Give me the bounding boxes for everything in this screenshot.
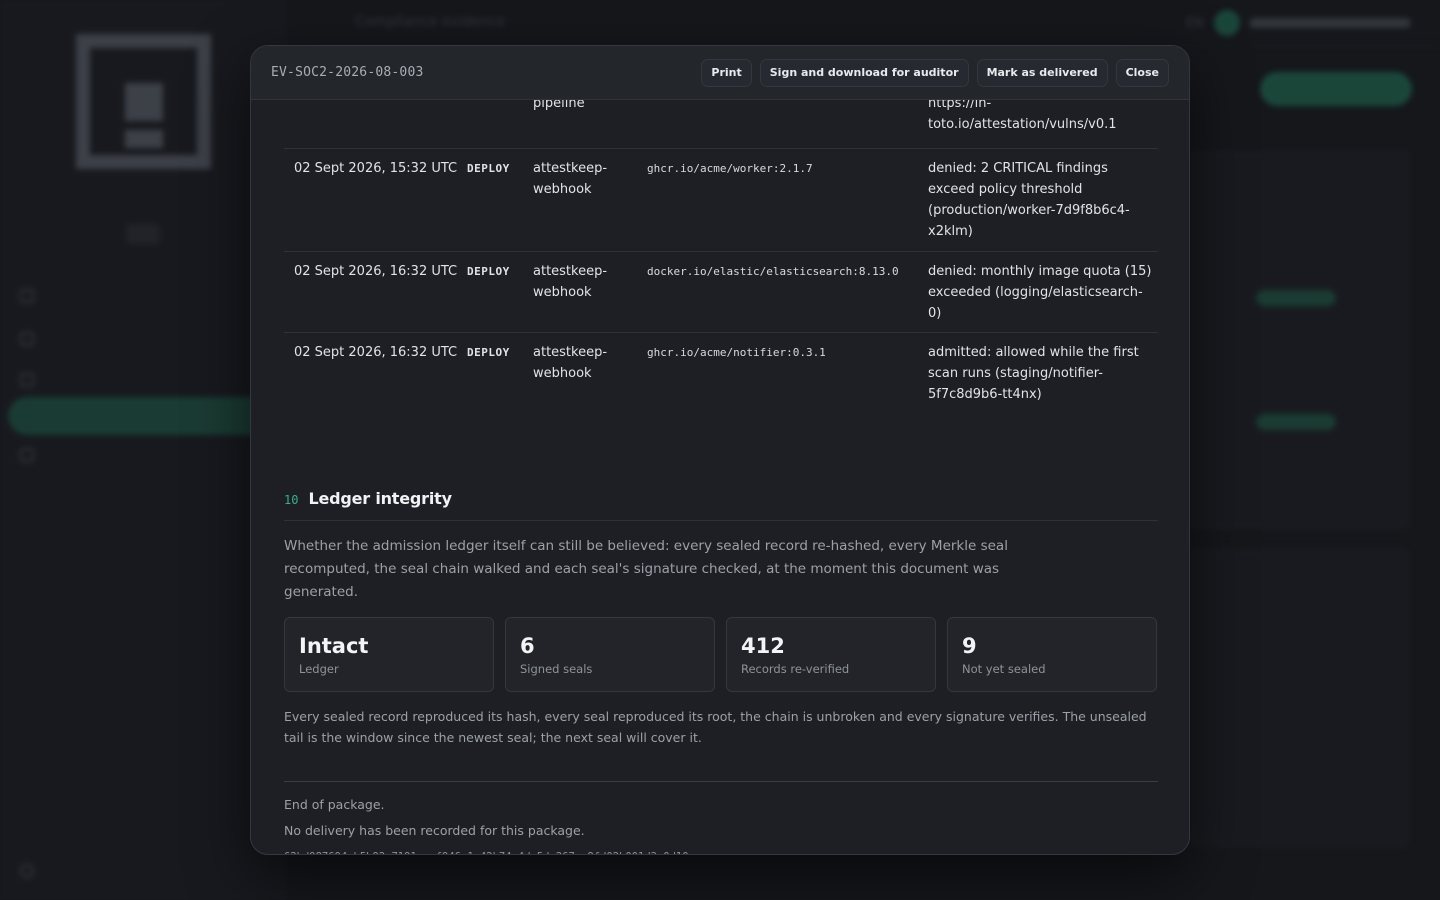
sign-download-button[interactable]: Sign and download for auditor	[759, 58, 969, 87]
row-image: ghcr.io/acme/notifier:0.3.1	[647, 346, 826, 359]
evidence-package-modal: EV-SOC2-2026-08-003 Print Sign and downl…	[250, 45, 1190, 855]
row-actor: attestkeep-webhook	[533, 161, 608, 197]
row-actor: attestkeep-webhook	[533, 345, 608, 381]
row-image: docker.io/elastic/elasticsearch:8.13.0	[647, 265, 899, 278]
stat-value: 9	[962, 634, 977, 658]
settings-link[interactable]	[20, 864, 34, 878]
modal-body[interactable]: pipeline https://in-toto.io/attestation/…	[284, 100, 1158, 854]
close-button[interactable]: Close	[1115, 58, 1169, 87]
details-panel	[1188, 548, 1410, 848]
package-hash: 62bd987694eb5b92c7191eacf946e1c42b74a4da…	[284, 851, 689, 854]
version-badge	[126, 224, 160, 244]
table-row: pipeline https://in-toto.io/attestation/…	[284, 100, 1158, 149]
row-result: admitted: allowed while the first scan r…	[928, 345, 1139, 402]
avatar[interactable]	[1214, 10, 1240, 36]
delivery-status: No delivery has been recorded for this p…	[284, 823, 585, 838]
user-email	[1250, 18, 1410, 28]
dashboard-icon	[20, 289, 34, 303]
row-time: 02 Sept 2026, 16:32 UTC	[294, 345, 458, 360]
stat-value: 412	[741, 634, 785, 658]
shield-icon	[20, 332, 34, 346]
end-of-package: End of package.	[284, 797, 385, 812]
ledger-stats: Intact Ledger 6 Signed seals 412 Records…	[284, 617, 1158, 692]
row-actor: pipeline	[533, 100, 585, 111]
packages-panel	[1188, 150, 1410, 530]
row-type: DEPLOY	[467, 162, 510, 175]
sidebar-item-security[interactable]	[20, 329, 34, 349]
modal-header: EV-SOC2-2026-08-003 Print Sign and downl…	[251, 46, 1189, 100]
generate-package-button[interactable]	[1260, 72, 1412, 106]
sidebar-item-compliance-evidence[interactable]	[8, 397, 268, 435]
stat-label: Not yet sealed	[962, 662, 1046, 676]
row-time: 02 Sept 2026, 15:32 UTC	[294, 161, 458, 176]
stat-label: Ledger	[299, 662, 339, 676]
row-image: ghcr.io/acme/worker:2.1.7	[647, 162, 813, 175]
top-bar: Compliance evidence EN	[285, 0, 1440, 46]
stat-card-ledger: Intact Ledger	[284, 617, 494, 692]
gear-icon	[20, 864, 34, 878]
ledger-verdict: Every sealed record reproduced its hash,…	[284, 709, 1147, 745]
row-time: 02 Sept 2026, 16:32 UTC	[294, 264, 458, 279]
table-row: 02 Sept 2026, 16:32 UTC DEPLOY attestkee…	[284, 252, 1158, 333]
ledger-section-heading: 10 Ledger integrity	[284, 489, 1158, 521]
mark-delivered-button[interactable]: Mark as delivered	[976, 58, 1108, 87]
row-result: https://in-toto.io/attestation/vulns/v0.…	[928, 100, 1117, 132]
row-actor: attestkeep-webhook	[533, 264, 608, 300]
stat-card-signed-seals: 6 Signed seals	[505, 617, 715, 692]
document-id: EV-SOC2-2026-08-003	[271, 65, 424, 80]
header-actions: Print Sign and download for auditor Mark…	[701, 58, 1169, 87]
sidebar-item-dashboard[interactable]	[20, 286, 34, 306]
language-selector[interactable]: EN	[1186, 16, 1204, 31]
table-row: 02 Sept 2026, 16:32 UTC DEPLOY attestkee…	[284, 333, 1158, 417]
table-row: 02 Sept 2026, 15:32 UTC DEPLOY attestkee…	[284, 149, 1158, 252]
user-menu[interactable]: EN	[1186, 10, 1410, 36]
row-result: denied: monthly image quota (15) exceede…	[928, 264, 1152, 321]
stat-value: 6	[520, 634, 535, 658]
topbar-title: Compliance evidence	[355, 14, 506, 30]
stat-card-records-reverified: 412 Records re-verified	[726, 617, 936, 692]
print-button[interactable]: Print	[701, 58, 752, 87]
stat-value: Intact	[299, 634, 369, 658]
check-icon	[20, 373, 34, 387]
row-type: DEPLOY	[467, 265, 510, 278]
divider	[284, 781, 1158, 782]
section-description: Whether the admission ledger itself can …	[284, 538, 1008, 600]
stat-label: Records re-verified	[741, 662, 850, 676]
stat-card-not-yet-sealed: 9 Not yet sealed	[947, 617, 1157, 692]
row-result: denied: 2 CRITICAL findings exceed polic…	[928, 161, 1130, 239]
sidebar	[0, 0, 285, 900]
sidebar-item-audit[interactable]	[20, 445, 34, 465]
brand-logo	[76, 34, 211, 169]
row-type: DEPLOY	[467, 346, 510, 359]
sidebar-item-compliance[interactable]	[20, 370, 34, 390]
section-number: 10	[284, 493, 299, 507]
section-title: Ledger integrity	[308, 489, 452, 508]
audit-icon	[20, 448, 34, 462]
stat-label: Signed seals	[520, 662, 593, 676]
